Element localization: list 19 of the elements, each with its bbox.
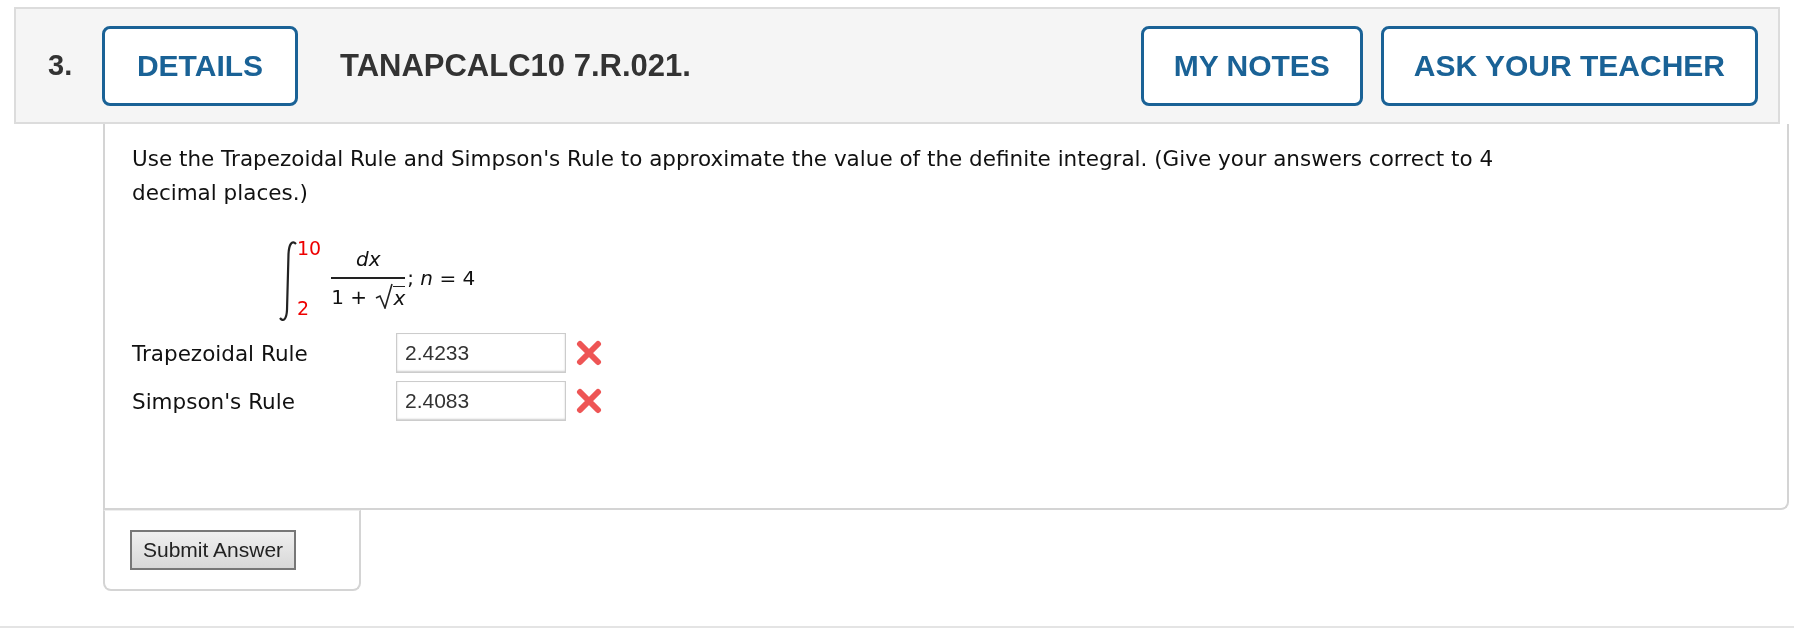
lower-limit: 2 bbox=[297, 297, 311, 319]
submit-answer-button[interactable]: Submit Answer bbox=[130, 530, 297, 570]
answer-field[interactable]: 2.4233 bbox=[396, 333, 566, 373]
header-button[interactable]: ASK YOUR TEACHER bbox=[1380, 25, 1758, 106]
radicand: x bbox=[393, 286, 406, 309]
answer-label: Trapezoidal Rule bbox=[132, 340, 309, 366]
answer-label: Simpson's Rule bbox=[132, 388, 296, 414]
details-button[interactable]: DETAILS bbox=[102, 25, 298, 106]
question-number: 3. bbox=[48, 49, 74, 82]
integral-sign-icon bbox=[277, 240, 299, 322]
header-button[interactable]: MY NOTES bbox=[1140, 25, 1363, 106]
question-code: TANAPCALC10 7.R.021. bbox=[340, 47, 691, 84]
numerator: dx bbox=[331, 247, 406, 279]
step-count: ; n = 4 bbox=[407, 266, 476, 290]
upper-limit: 10 bbox=[297, 237, 322, 259]
question-prompt: Use the Trapezoidal Rule and Simpson's Rule to approximate the value of the definite integral. (Give your answers correct to 4 decimal places.) bbox=[132, 145, 1495, 207]
answer-field[interactable]: 2.4083 bbox=[396, 381, 566, 421]
radical-sign-icon bbox=[375, 283, 394, 309]
denominator: 1 + bbox=[331, 285, 369, 309]
